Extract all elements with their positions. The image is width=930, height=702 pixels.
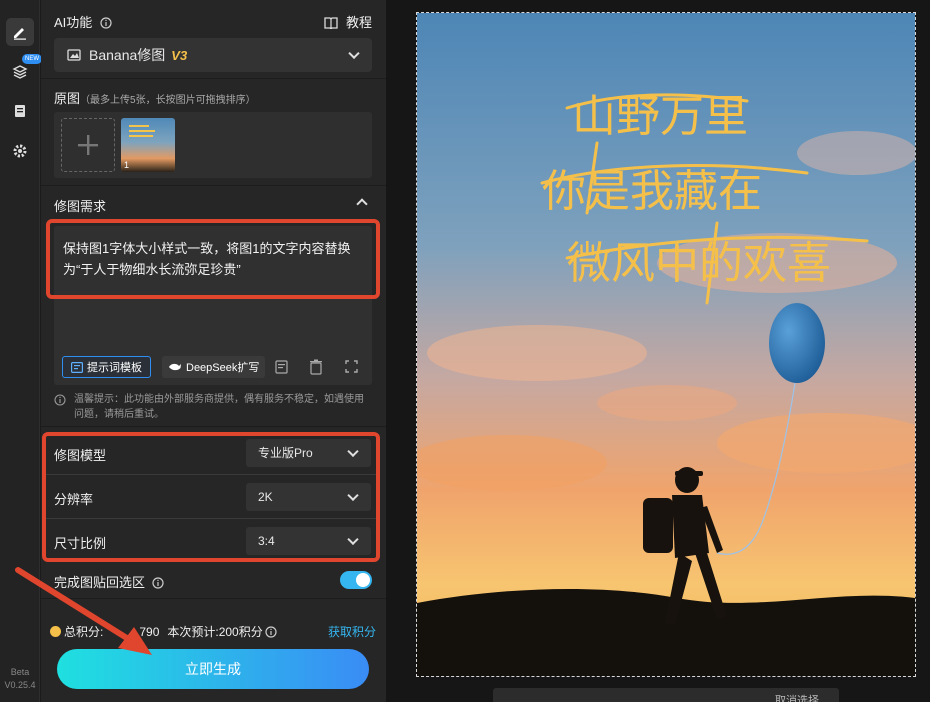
arrow-shaft (15, 567, 133, 643)
annotation-arrow (15, 567, 152, 655)
arrow-head (118, 627, 152, 655)
